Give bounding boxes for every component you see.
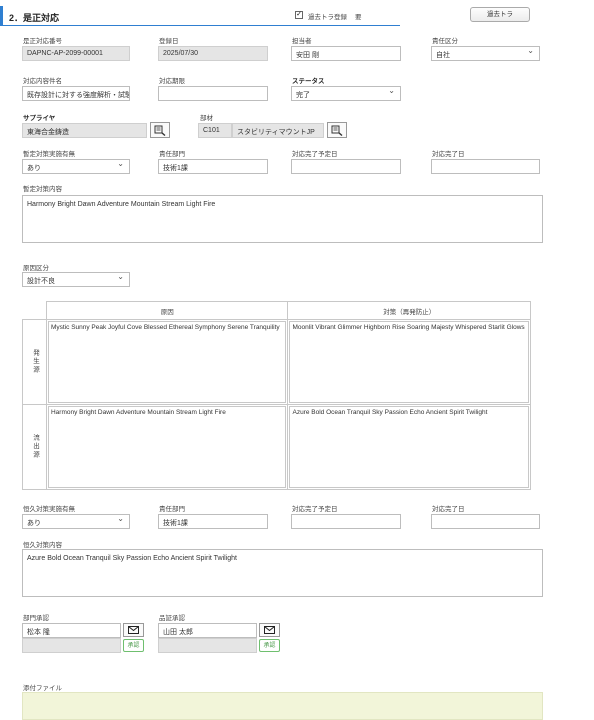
dept-approve-button[interactable]: 承認 <box>123 639 144 652</box>
qa-approval-label: 品証承認 <box>159 615 185 622</box>
status-label: ステータス <box>292 78 325 85</box>
part-code-field: C101 <box>198 123 232 138</box>
attachment-dropzone[interactable] <box>22 692 543 720</box>
past-trouble-required: 要 <box>355 14 362 21</box>
cause-category-label: 原因区分 <box>23 265 49 272</box>
temp-planned-label: 対応完了予定日 <box>292 151 338 158</box>
row-label-cell: 発生源 <box>22 319 47 405</box>
supplier-label: サプライヤ <box>23 115 56 122</box>
temp-content-label: 暫定対策内容 <box>23 186 62 193</box>
perm-measure-label: 恒久対策実施有無 <box>23 506 75 513</box>
cause-text[interactable]: Mystic Sunny Peak Joyful Cove Blessed Et… <box>47 321 287 403</box>
temp-dept-label: 責任部門 <box>159 151 185 158</box>
cause-category-select[interactable]: 設計不良 <box>22 272 130 287</box>
perm-planned-label: 対応完了予定日 <box>292 506 338 513</box>
qa-approval-status <box>158 638 257 653</box>
mail-icon <box>128 626 139 634</box>
part-label: 部材 <box>200 115 213 122</box>
dept-approver-field[interactable]: 松本 隆 <box>22 623 121 638</box>
corrective-no-label: 是正対応番号 <box>23 38 62 45</box>
attachment-label: 添付ファイル <box>23 685 62 692</box>
search-icon <box>154 125 166 136</box>
temp-planned-field[interactable] <box>291 159 401 174</box>
qa-approve-button[interactable]: 承認 <box>259 639 280 652</box>
part-name-field: スタビリティマウントJP <box>232 123 324 138</box>
table-row: 発生源 Mystic Sunny Peak Joyful Cove Blesse… <box>22 319 531 405</box>
col-header-measure: 対策（再発防止） <box>287 301 531 320</box>
perm-content-label: 恒久対策内容 <box>23 542 62 549</box>
supplier-field: 東海合金鋳造 <box>22 123 147 138</box>
perm-measure-select[interactable]: あり <box>22 514 130 529</box>
measure-cell[interactable]: Azure Bold Ocean Tranquil Sky Passion Ec… <box>287 404 531 490</box>
section-divider <box>0 25 400 26</box>
temp-measure-label: 暫定対策実施有無 <box>23 151 75 158</box>
person-field[interactable]: 安田 剛 <box>291 46 401 61</box>
table-corner <box>23 302 47 320</box>
responsibility-label: 責任区分 <box>432 38 458 45</box>
perm-done-field[interactable] <box>431 514 540 529</box>
temp-done-label: 対応完了日 <box>432 151 465 158</box>
corrective-no-field: DAPNC-AP-2099-00001 <box>22 46 130 61</box>
past-trouble-checkbox[interactable]: ✓ <box>295 11 303 19</box>
perm-planned-field[interactable] <box>291 514 401 529</box>
col-header-cause: 原因 <box>45 301 289 320</box>
cause-cell[interactable]: Harmony Bright Dawn Adventure Mountain S… <box>45 404 289 490</box>
temp-measure-select[interactable]: あり <box>22 159 130 174</box>
section-accent-bar <box>0 6 3 26</box>
content-name-label: 対応内容件名 <box>23 78 62 85</box>
measure-text[interactable]: Azure Bold Ocean Tranquil Sky Passion Ec… <box>289 406 529 488</box>
qa-mail-button[interactable] <box>259 623 280 637</box>
registered-date-field: 2025/07/30 <box>158 46 268 61</box>
part-search-button[interactable] <box>327 122 347 138</box>
dept-approval-status <box>22 638 121 653</box>
responsibility-select[interactable]: 自社 <box>431 46 540 61</box>
perm-done-label: 対応完了日 <box>432 506 465 513</box>
measure-cell[interactable]: Moonlit Vibrant Glimmer Highborn Rise So… <box>287 319 531 405</box>
cause-measure-table: 原因 対策（再発防止） 発生源 Mystic Sunny Peak Joyful… <box>22 301 531 490</box>
row-label: 流出源 <box>31 434 39 460</box>
perm-dept-label: 責任部門 <box>159 506 185 513</box>
status-select[interactable]: 完了 <box>291 86 401 101</box>
past-trouble-button[interactable]: 過去トラ <box>470 7 530 22</box>
cause-text[interactable]: Harmony Bright Dawn Adventure Mountain S… <box>47 406 287 488</box>
cause-cell[interactable]: Mystic Sunny Peak Joyful Cove Blessed Et… <box>45 319 289 405</box>
perm-dept-field[interactable]: 技術1課 <box>158 514 268 529</box>
row-label-cell: 流出源 <box>22 404 47 490</box>
past-trouble-check-label: 過去トラ登録 <box>308 14 347 21</box>
mail-icon <box>264 626 275 634</box>
supplier-search-button[interactable] <box>150 122 170 138</box>
person-label: 担当者 <box>292 38 312 45</box>
temp-done-field[interactable] <box>431 159 540 174</box>
table-row: 流出源 Harmony Bright Dawn Adventure Mounta… <box>22 404 531 490</box>
temp-content-textarea[interactable]: Harmony Bright Dawn Adventure Mountain S… <box>22 195 543 243</box>
temp-dept-field[interactable]: 技術1課 <box>158 159 268 174</box>
registered-date-label: 登録日 <box>159 38 179 45</box>
dept-approval-label: 部門承認 <box>23 615 49 622</box>
search-icon <box>331 125 343 136</box>
measure-text[interactable]: Moonlit Vibrant Glimmer Highborn Rise So… <box>289 321 529 403</box>
dept-mail-button[interactable] <box>123 623 144 637</box>
row-label: 発生源 <box>31 349 39 375</box>
deadline-label: 対応期限 <box>159 78 185 85</box>
section-title: 2．是正対応 <box>9 13 60 23</box>
perm-content-textarea[interactable]: Azure Bold Ocean Tranquil Sky Passion Ec… <box>22 549 543 597</box>
content-name-field[interactable]: 既存設計に対する強度解析・試験 <box>22 86 130 101</box>
qa-approver-field[interactable]: 山田 太郎 <box>158 623 257 638</box>
deadline-field[interactable] <box>158 86 268 101</box>
